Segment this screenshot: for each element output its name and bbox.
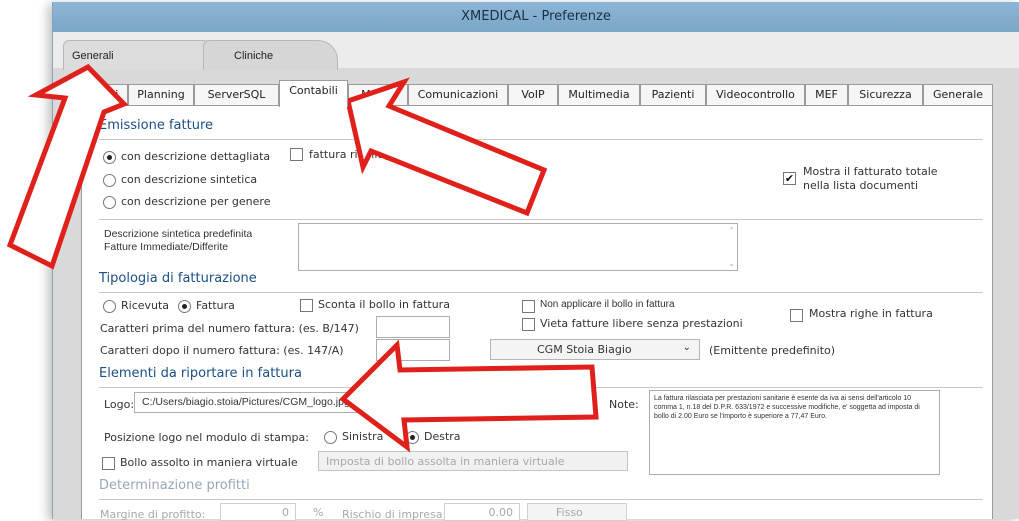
label-vieta-fatture: Vieta fatture libere senza prestazioni (540, 317, 743, 330)
label-ricevuta: Ricevuta (121, 299, 170, 312)
fisso-value: Fisso (556, 506, 583, 519)
radio-descrizione-sintetica[interactable] (103, 174, 116, 187)
window-title: XMEDICAL - Preferenze (53, 2, 1019, 32)
checkbox-vieta-fatture[interactable] (522, 318, 535, 331)
top-tab-generali[interactable]: Generali (63, 40, 223, 70)
logo-path-value: C:/Users/biagio.stoia/Pictures/CGM_logo.… (142, 396, 350, 408)
tab-contabili-label: Contabili (289, 84, 338, 97)
label-margine-profitto: Margine di profitto: (100, 508, 206, 521)
label-descrizione-dettagliata: con descrizione dettagliata (121, 150, 271, 163)
checkbox-fattura-riepilogativa[interactable] (290, 148, 303, 161)
descrizione-sintetica-textarea[interactable]: ⌃ ⌄ (298, 223, 738, 271)
tab-memo-label: Memo (361, 88, 395, 101)
tab-serversql[interactable]: ServerSQL (194, 84, 279, 106)
tab-multimedia-label: Multimedia (568, 88, 630, 101)
radio-destra[interactable] (406, 431, 419, 444)
tab-sicurezza[interactable]: Sicurezza (848, 84, 923, 106)
margine-input[interactable]: 0 (220, 503, 296, 521)
label-descrizione-per-genere: con descrizione per genere (121, 195, 271, 208)
label-emittente-predefinito: (Emittente predefinito) (709, 344, 836, 357)
checkbox-non-applicare-bollo[interactable] (522, 300, 535, 313)
section-tipologia-fatturazione: Tipologia di fatturazione (99, 271, 983, 293)
radio-descrizione-dettagliata[interactable] (103, 151, 116, 164)
label-logo: Logo: (104, 398, 135, 411)
section-elementi-fattura: Elementi da riportare in fattura (99, 366, 983, 388)
top-tab-generali-label: Generali (72, 50, 114, 62)
section-emissione-fatture: Emissione fatture (99, 118, 983, 140)
label-bollo-virtuale: Bollo assolto in maniera virtuale (120, 456, 298, 469)
imposta-bollo-input[interactable]: Imposta di bollo assolta in maniera virt… (318, 451, 628, 471)
tab-sicurezza-label: Sicurezza (859, 88, 912, 101)
tab-videocontrollo-label: Videocontrollo (716, 88, 795, 101)
label-fatture-immediate: Fatture Immediate/Differite (104, 241, 229, 253)
logo-path-input[interactable]: C:/Users/biagio.stoia/Pictures/CGM_logo.… (134, 392, 490, 413)
top-tab-cliniche-label: Cliniche (234, 50, 274, 62)
label-sconta-bollo: Sconta il bollo in fattura (318, 298, 450, 311)
label-non-applicare-bollo: Non applicare il bollo in fattura (540, 299, 675, 310)
tab-orari-label: Orari (90, 88, 119, 101)
top-tab-cliniche[interactable]: Cliniche (203, 40, 338, 70)
label-percent: % (313, 506, 324, 519)
radio-fattura[interactable] (178, 300, 191, 313)
tab-generale-label: Generale (932, 88, 984, 101)
checkbox-sconta-bollo[interactable] (300, 299, 313, 312)
label-note: Note: (609, 398, 639, 411)
section-determinazione-profitti: Determinazione profitti (99, 478, 983, 500)
tab-serversql-label: ServerSQL (207, 88, 266, 101)
tab-memo[interactable]: Memo (348, 84, 408, 106)
scroll-up-icon[interactable]: ⌃ (728, 226, 735, 235)
emittente-value: CGM Stoia Biagio (537, 343, 632, 356)
tab-comunicazioni-label: Comunicazioni (417, 88, 499, 101)
label-posizione-logo: Posizione logo nel modulo di stampa: (104, 431, 309, 444)
rischio-input[interactable]: 0.00 (444, 503, 520, 521)
clear-icon[interactable]: ✕ (472, 397, 483, 408)
checkbox-mostra-righe[interactable] (790, 309, 803, 322)
label-fattura-riepilogativa: fattura riepilogativa (309, 148, 419, 161)
note-textarea[interactable]: La fattura rilasciata per prestazioni sa… (649, 390, 940, 475)
label-destra: Destra (424, 430, 461, 443)
scroll-down-icon[interactable]: ⌄ (728, 259, 735, 268)
tab-pazienti[interactable]: Pazienti (640, 84, 706, 106)
margine-value: 0 (282, 506, 289, 519)
label-mostra-fatturato-2: nella lista documenti (803, 179, 919, 192)
radio-sinistra[interactable] (324, 431, 337, 444)
radio-descrizione-per-genere[interactable] (103, 196, 116, 209)
label-descrizione-sintetica: con descrizione sintetica (121, 173, 258, 186)
caratteri-prima-input[interactable] (376, 316, 450, 338)
tab-mef[interactable]: MEF (805, 84, 848, 106)
tab-multimedia[interactable]: Multimedia (558, 84, 640, 106)
radio-ricevuta[interactable] (103, 300, 116, 313)
tab-contabili[interactable]: Contabili (279, 80, 348, 107)
label-sinistra: Sinistra (342, 430, 384, 443)
chevron-down-icon: ⌄ (682, 342, 691, 353)
checkbox-mostra-fatturato[interactable]: ✔ (783, 172, 796, 185)
label-fattura: Fattura (196, 299, 235, 312)
checkbox-bollo-virtuale[interactable] (102, 457, 115, 470)
tab-comunicazioni[interactable]: Comunicazioni (408, 84, 508, 106)
tab-videocontrollo[interactable]: Videocontrollo (706, 84, 805, 106)
label-caratteri-prima: Caratteri prima del numero fattura: (es.… (100, 322, 359, 335)
fisso-select[interactable]: Fisso (527, 503, 627, 521)
emittente-select[interactable]: CGM Stoia Biagio ⌄ (490, 339, 700, 360)
imposta-bollo-placeholder: Imposta di bollo assolta in maniera virt… (326, 455, 565, 468)
label-mostra-righe: Mostra righe in fattura (809, 307, 933, 320)
caratteri-dopo-input[interactable] (376, 339, 450, 361)
seleziona-button[interactable]: Seleziona... (494, 391, 573, 413)
divider (99, 219, 983, 220)
tab-voip[interactable]: VoIP (508, 84, 558, 106)
tab-mef-label: MEF (815, 88, 838, 101)
tab-planning[interactable]: Planning (128, 84, 194, 106)
tab-voip-label: VoIP (521, 88, 545, 101)
label-descrizione-sintetica-predefinita: Descrizione sintetica predefinita (104, 228, 253, 240)
label-mostra-fatturato: Mostra il fatturato totale (803, 165, 938, 178)
tab-planning-label: Planning (137, 88, 185, 101)
label-rischio-impresa: Rischio di impresa: (342, 508, 447, 521)
tab-pazienti-label: Pazienti (651, 88, 695, 101)
tab-orari[interactable]: Orari (81, 84, 128, 106)
label-caratteri-dopo: Caratteri dopo il numero fattura: (es. 1… (100, 344, 344, 357)
tab-generale[interactable]: Generale (923, 84, 993, 106)
rischio-value: 0.00 (488, 506, 514, 519)
